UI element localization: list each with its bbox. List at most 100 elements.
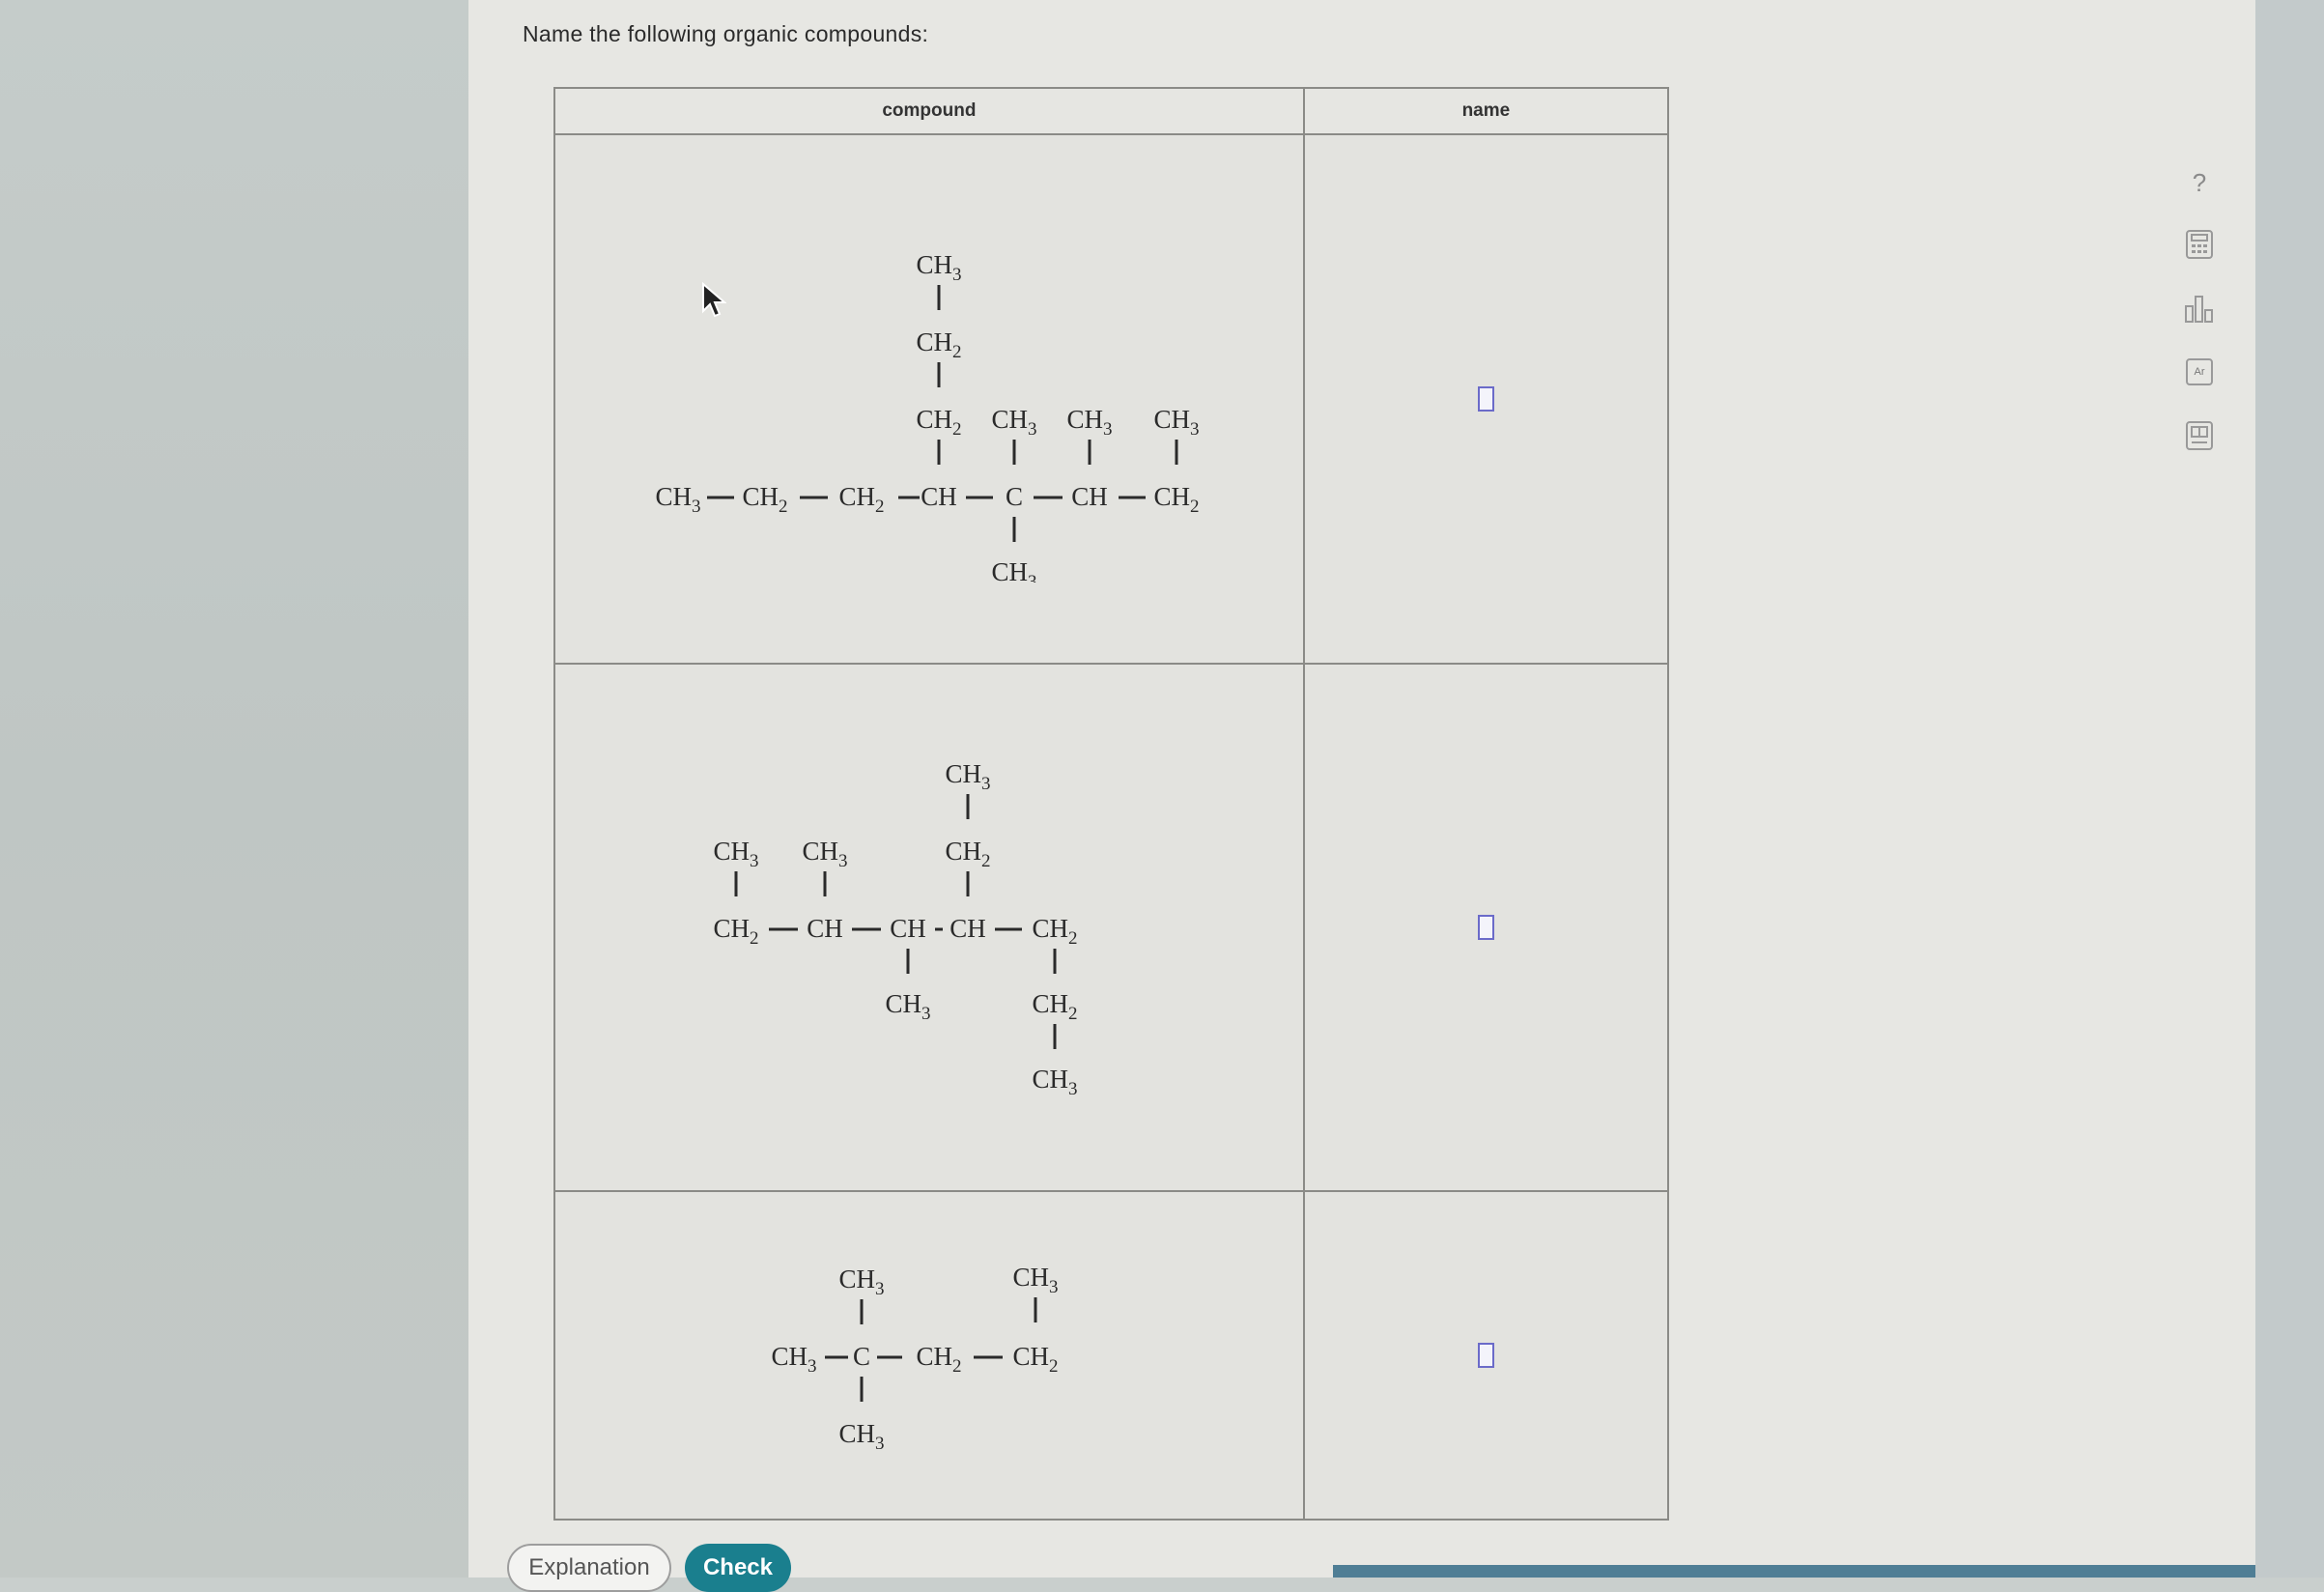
svg-text:CH3: CH3 [991, 557, 1036, 583]
check-button[interactable]: Check [685, 1544, 791, 1592]
m2-chain-2: CH [890, 914, 926, 943]
compound-cell-3: CH3 CH3 CH3 C CH2 CH2 CH3 [553, 1190, 1305, 1521]
svg-text:CH: CH [949, 914, 986, 943]
m1-sub-ch3-c: CH [1153, 405, 1190, 434]
m3-chain-1: C [853, 1342, 870, 1371]
m1-top-ch2a: CH [916, 327, 952, 356]
column-header-compound: compound [553, 87, 1305, 135]
help-icon: ? [2192, 167, 2207, 197]
svg-text:CH3: CH3 [1012, 1263, 1058, 1297]
m1-chain-3: CH [921, 482, 957, 511]
periodic-table-button[interactable]: Ar [2181, 354, 2218, 390]
name-answer-field-2[interactable] [1477, 915, 1494, 940]
m1-chain-1: CH [742, 482, 779, 511]
m2-chain-1: CH [807, 914, 843, 943]
svg-text:CH3: CH3 [802, 837, 847, 871]
m3-chain-2: CH [916, 1342, 952, 1371]
explanation-button[interactable]: Explanation [507, 1544, 671, 1592]
bottom-bar [1333, 1565, 2255, 1578]
name-answer-field-1[interactable] [1477, 386, 1494, 412]
m2-top-ch2: CH [945, 837, 981, 866]
m1-top-ch2b: CH [916, 405, 952, 434]
structure-compound-1: CH3 CH2 CH2 CH3 CH3 CH3 CH3 CH2 CH2 CH C… [655, 250, 1199, 583]
name-cell-2 [1302, 663, 1670, 1192]
svg-text:CH3: CH3 [838, 1419, 884, 1454]
m1-chain-0: CH [655, 482, 692, 511]
svg-text:CH2: CH2 [1012, 1342, 1058, 1377]
m2-left-ch3-a: CH [713, 837, 750, 866]
svg-text:CH3: CH3 [945, 759, 990, 794]
svg-text:CH3: CH3 [1032, 1065, 1077, 1099]
m3-chain-0: CH [771, 1342, 808, 1371]
m2-chain-4: CH [1032, 914, 1068, 943]
table-row: CH3 CH2 CH2 CH3 CH3 CH3 CH3 CH2 CH2 CH C… [553, 133, 1670, 665]
svg-text:CH: CH [921, 482, 957, 511]
mouse-cursor-icon [702, 282, 726, 318]
svg-text:CH2: CH2 [713, 914, 758, 949]
table-row: CH3 CH3 CH3 C CH2 CH2 CH3 [553, 1190, 1670, 1521]
svg-text:CH3: CH3 [1066, 405, 1112, 440]
m2-top-ch3: CH [945, 759, 981, 788]
m2-right-ch3: CH [1032, 1065, 1068, 1094]
m1-sub-ch3-b: CH [1066, 405, 1103, 434]
svg-text:CH3: CH3 [713, 837, 758, 871]
svg-text:CH3: CH3 [655, 482, 700, 517]
svg-text:CH3: CH3 [838, 1265, 884, 1299]
m1-sub-ch3-a: CH [991, 405, 1028, 434]
svg-text:CH3: CH3 [991, 405, 1036, 440]
svg-text:C: C [853, 1342, 870, 1371]
question-prompt: Name the following organic compounds: [523, 21, 929, 46]
m3-chain-3: CH [1012, 1342, 1049, 1371]
m3-top-ch3-a: CH [838, 1265, 875, 1294]
m2-chain-3: CH [949, 914, 986, 943]
svg-text:CH2: CH2 [916, 405, 961, 440]
svg-text:CH3: CH3 [1153, 405, 1199, 440]
table-row: CH3 CH2 CH3 CH3 CH2 CH CH CH CH2 CH3 CH2… [553, 663, 1670, 1192]
svg-text:C: C [1006, 482, 1023, 511]
periodic-table-icon: Ar [2186, 358, 2213, 385]
svg-text:CH2: CH2 [838, 482, 884, 517]
m1-chain-2: CH [838, 482, 875, 511]
svg-text:CH2: CH2 [916, 327, 961, 362]
m1-chain-6: CH [1153, 482, 1190, 511]
svg-text:CH3: CH3 [885, 989, 930, 1024]
reference-icon [2186, 421, 2213, 450]
m1-chain-4: C [1006, 482, 1023, 511]
m2-under-ch3: CH [885, 989, 921, 1018]
calculator-icon [2186, 230, 2213, 259]
svg-text:CH: CH [1071, 482, 1108, 511]
svg-text:CH: CH [890, 914, 926, 943]
svg-text:CH2: CH2 [1153, 482, 1199, 517]
name-answer-field-3[interactable] [1477, 1343, 1494, 1368]
structure-compound-3: CH3 CH3 CH3 C CH2 CH2 CH3 [771, 1263, 1058, 1454]
svg-text:CH: CH [807, 914, 843, 943]
m1-bottom-ch3: CH [991, 557, 1028, 583]
svg-text:CH2: CH2 [945, 837, 990, 871]
m2-right-ch2: CH [1032, 989, 1068, 1018]
m1-top-ch3: CH [916, 250, 952, 279]
name-cell-3 [1302, 1190, 1670, 1521]
m3-bottom-ch3: CH [838, 1419, 875, 1448]
svg-text:CH2: CH2 [916, 1342, 961, 1377]
svg-text:CH3: CH3 [916, 250, 961, 285]
m3-top-ch3-b: CH [1012, 1263, 1049, 1292]
svg-text:CH2: CH2 [1032, 989, 1077, 1024]
bar-chart-icon [2185, 296, 2213, 323]
reference-button[interactable] [2181, 417, 2218, 454]
m1-chain-5: CH [1071, 482, 1108, 511]
m2-left-ch3-b: CH [802, 837, 838, 866]
background-left [0, 0, 468, 1578]
help-button[interactable]: ? [2181, 164, 2218, 201]
m2-chain-0: CH [713, 914, 750, 943]
compound-cell-1: CH3 CH2 CH2 CH3 CH3 CH3 CH3 CH2 CH2 CH C… [553, 133, 1305, 665]
compound-cell-2: CH3 CH2 CH3 CH3 CH2 CH CH CH CH2 CH3 CH2… [553, 663, 1305, 1192]
data-chart-button[interactable] [2181, 290, 2218, 327]
svg-text:CH3: CH3 [771, 1342, 816, 1377]
svg-text:CH2: CH2 [742, 482, 787, 517]
calculator-button[interactable] [2181, 226, 2218, 263]
structure-compound-2: CH3 CH2 CH3 CH3 CH2 CH CH CH CH2 CH3 CH2… [713, 759, 1077, 1099]
svg-text:CH2: CH2 [1032, 914, 1077, 949]
name-cell-1 [1302, 133, 1670, 665]
background-right [2255, 0, 2324, 1578]
column-header-name: name [1302, 87, 1670, 135]
